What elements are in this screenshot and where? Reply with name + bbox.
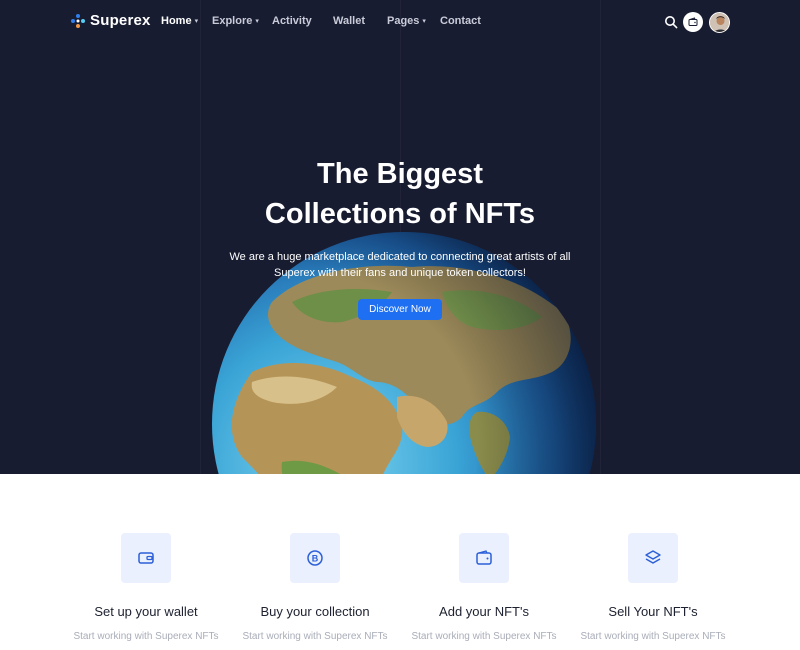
wallet-add-icon: [476, 550, 492, 565]
nav-item-home[interactable]: Home ▾: [161, 15, 198, 27]
feature-icon-tile: [459, 533, 509, 583]
hero-title-line-2: Collections of NFTs: [264, 198, 536, 230]
grid-line: [200, 0, 201, 474]
hero-subtitle-line-1: We are a huge marketplace dedicated to c…: [229, 251, 571, 263]
nav-item-contact[interactable]: Contact: [440, 15, 481, 27]
nav-item-explore[interactable]: Explore ▾: [212, 15, 259, 27]
feature-icon-tile: [121, 533, 171, 583]
wallet-button[interactable]: [683, 12, 703, 32]
feature-title: Buy your collection: [260, 604, 370, 619]
avatar-image: [710, 13, 729, 32]
nav-item-label: Contact: [440, 15, 481, 27]
wallet-icon: [688, 17, 698, 26]
logo-icon: [71, 13, 85, 28]
coin-icon: B: [307, 550, 323, 566]
nav-item-label: Activity: [272, 15, 312, 27]
feature-text: Start working with Superex NFTs: [580, 631, 726, 642]
brand-logo[interactable]: Superex: [70, 12, 151, 29]
nav-item-label: Explore: [212, 15, 253, 27]
chevron-down-icon: ▾: [255, 18, 259, 25]
features-section: Set up your wallet Start working with Su…: [0, 474, 800, 650]
feature-text: Start working with Superex NFTs: [242, 631, 388, 642]
layers-icon: [645, 550, 661, 564]
feature-title: Set up your wallet: [94, 604, 198, 619]
nav-item-activity[interactable]: Activity: [272, 15, 312, 27]
feature-title: Add your NFT's: [439, 604, 529, 619]
user-avatar[interactable]: [709, 12, 730, 33]
search-icon[interactable]: [664, 15, 678, 29]
nav-item-label: Pages: [387, 15, 420, 27]
nav-item-pages[interactable]: Pages ▾: [387, 15, 426, 27]
feature-title: Sell Your NFT's: [608, 604, 698, 619]
feature-text: Start working with Superex NFTs: [73, 631, 219, 642]
hero-subtitle-line-2: Superex with their fans and unique token…: [274, 267, 526, 279]
hero-title-line-1: The Biggest: [317, 158, 483, 190]
chevron-down-icon: ▾: [194, 18, 199, 25]
grid-line: [600, 0, 601, 474]
top-navigation: Superex Home ▾ Explore ▾ Activity Wallet…: [0, 0, 800, 44]
wallet-icon: [138, 552, 154, 564]
feature-icon-tile: [628, 533, 678, 583]
discover-now-button[interactable]: Discover Now: [358, 299, 442, 320]
nav-item-label: Wallet: [333, 15, 365, 27]
nav-item-wallet[interactable]: Wallet: [333, 15, 365, 27]
feature-text: Start working with Superex NFTs: [411, 631, 557, 642]
chevron-down-icon: ▾: [422, 18, 426, 25]
svg-text:B: B: [312, 554, 319, 564]
feature-icon-tile: B: [290, 533, 340, 583]
nav-item-label: Home: [161, 15, 192, 27]
hero-section: Superex Home ▾ Explore ▾ Activity Wallet…: [0, 0, 800, 474]
brand-name: Superex: [90, 12, 151, 29]
